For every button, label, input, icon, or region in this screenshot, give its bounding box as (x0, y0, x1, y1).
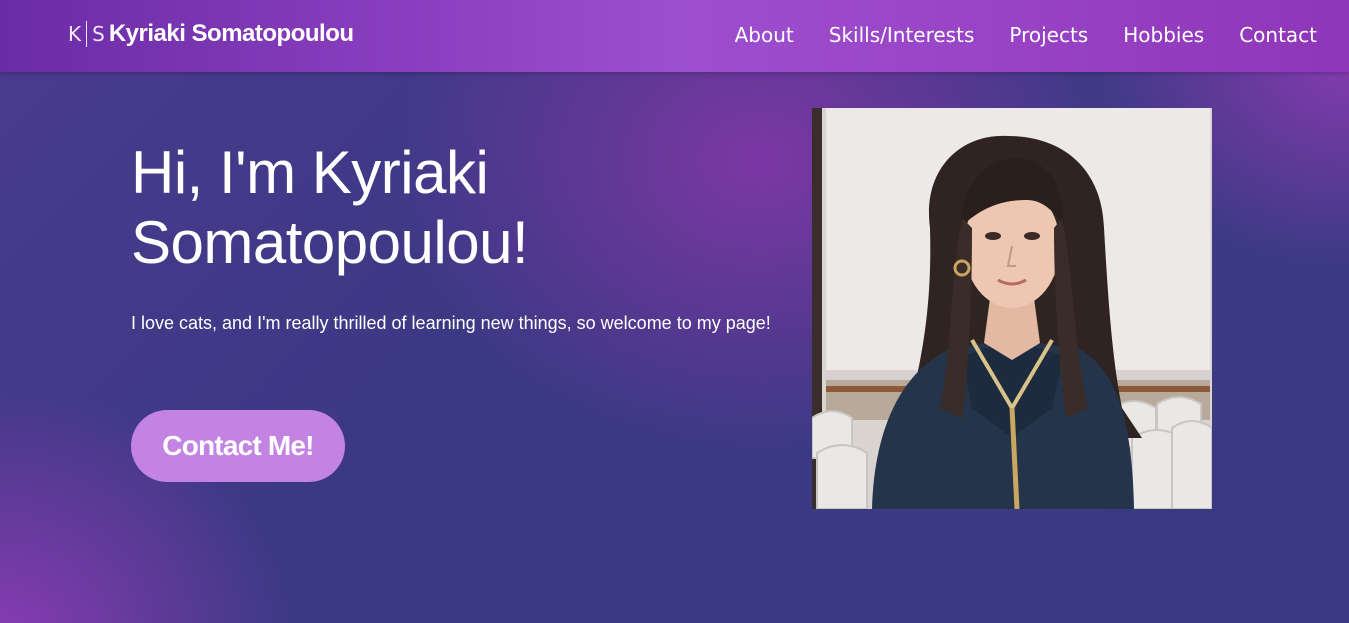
profile-photo-illustration (812, 108, 1212, 509)
nav-link-skills-interests[interactable]: Skills/Interests (829, 22, 975, 48)
logo-letter-s: S (92, 22, 105, 46)
logo-divider (86, 21, 88, 47)
nav-link-contact[interactable]: Contact (1239, 22, 1317, 48)
nav-link-about[interactable]: About (735, 22, 794, 48)
contact-me-button[interactable]: Contact Me! (131, 410, 345, 482)
brand-name[interactable]: Kyriaki Somatopoulou (109, 20, 354, 48)
nav-link-hobbies[interactable]: Hobbies (1123, 22, 1204, 48)
main-nav: About Skills/Interests Projects Hobbies … (735, 22, 1317, 48)
hero-text: I love cats, and I'm really thrilled of … (131, 313, 771, 333)
hero-title: Hi, I'm Kyriaki Somatopoulou! (131, 139, 529, 276)
brand[interactable]: K S Kyriaki Somatopoulou (68, 18, 354, 50)
logo-letter-k: K (68, 22, 82, 46)
profile-photo (812, 108, 1212, 509)
logo: K S (68, 20, 105, 48)
navbar: K S Kyriaki Somatopoulou About Skills/In… (0, 0, 1349, 72)
nav-link-projects[interactable]: Projects (1009, 22, 1088, 48)
